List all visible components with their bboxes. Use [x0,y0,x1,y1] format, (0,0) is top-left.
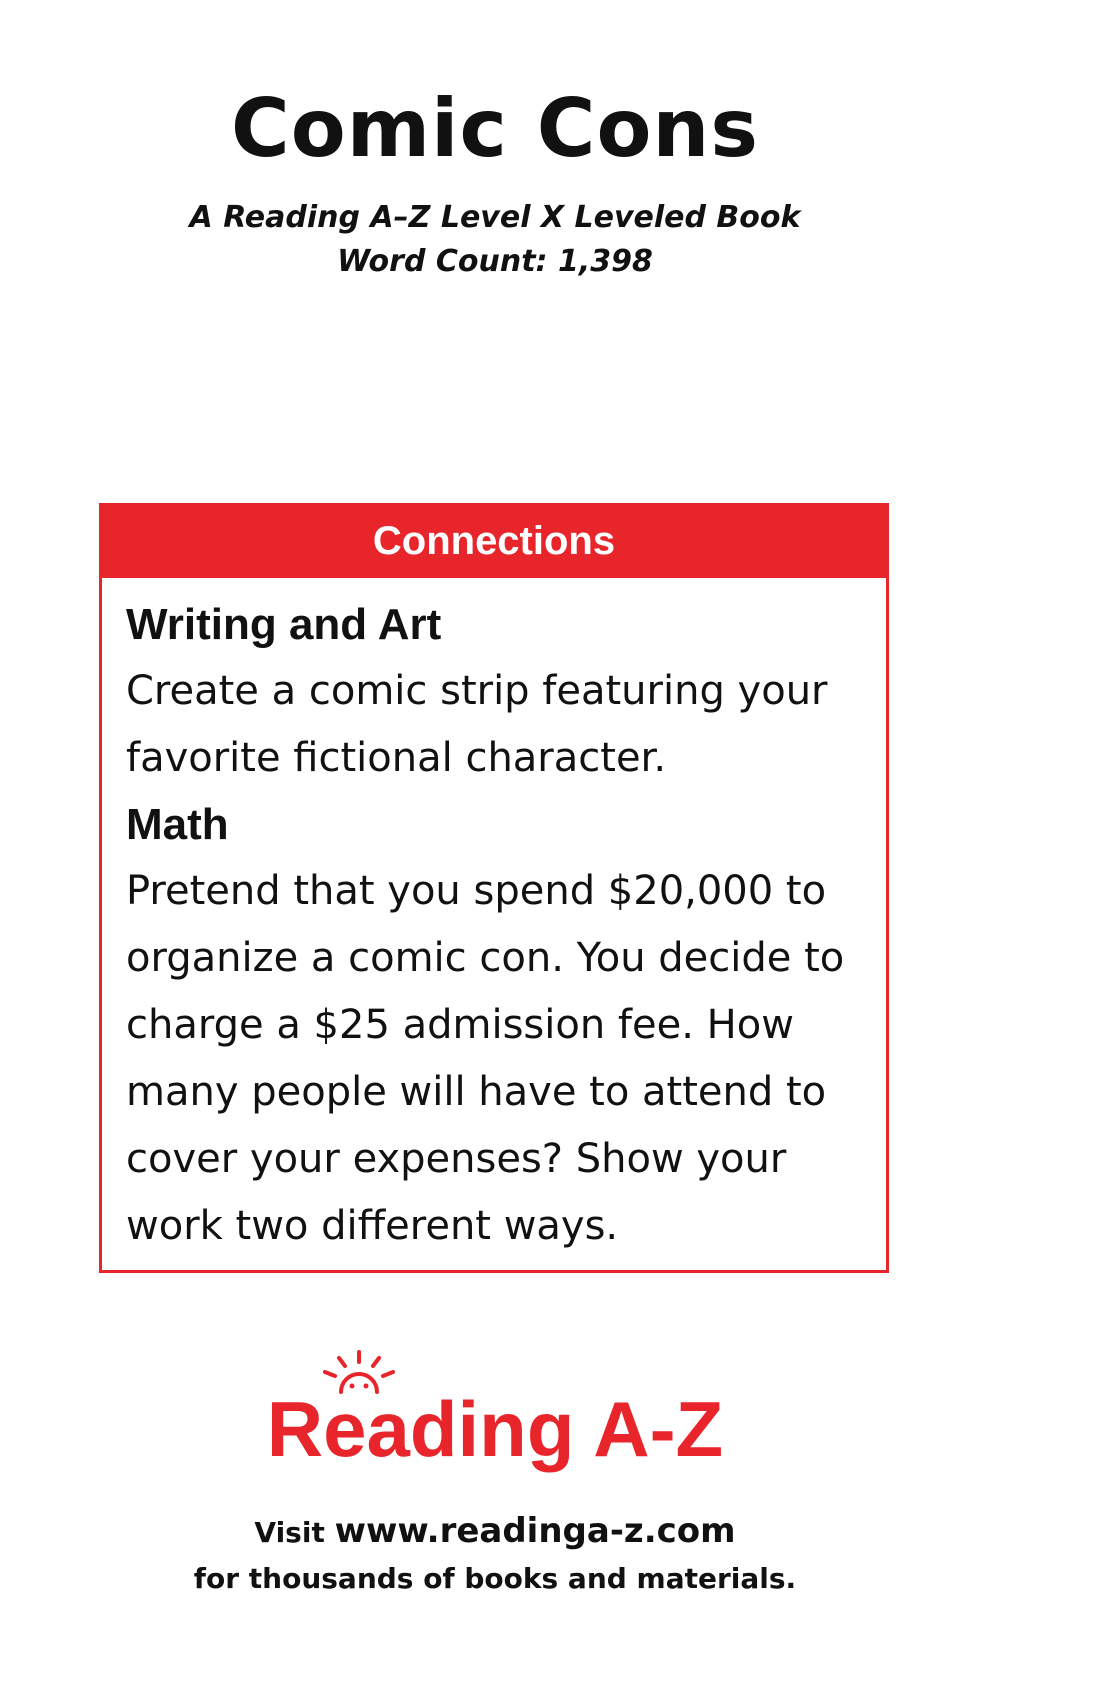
connections-box: Connections Writing and Art Create a com… [99,503,889,1273]
writing-art-heading: Writing and Art [126,600,442,649]
footer: Visit www.readinga-z.com for thousands o… [0,1508,990,1602]
footer-url[interactable]: www.readinga-z.com [335,1511,736,1551]
math-heading: Math [126,800,229,849]
logo-wordmark: Reading A-Z [267,1350,723,1468]
book-title: Comic Cons [231,82,759,175]
footer-visit: Visit [254,1516,325,1549]
level-line: A Reading A–Z Level X Leveled Book [189,200,801,235]
connections-header: Connections [102,506,886,578]
logo-text: Reading A-Z [266,1385,724,1473]
sun-icon [322,1350,395,1394]
writing-art-body: Create a comic strip featuring your favo… [126,668,828,781]
reading-az-logo: Reading A-Z [0,1350,990,1468]
footer-visit-line: Visit www.readinga-z.com [0,1508,990,1556]
footer-tagline: for thousands of books and materials. [193,1562,797,1595]
word-count: Word Count: 1,398 [337,244,653,279]
math-body: Pretend that you spend $20,000 to organi… [126,868,845,1249]
book-subtitle: A Reading A–Z Level X Leveled Book Word … [0,196,990,284]
